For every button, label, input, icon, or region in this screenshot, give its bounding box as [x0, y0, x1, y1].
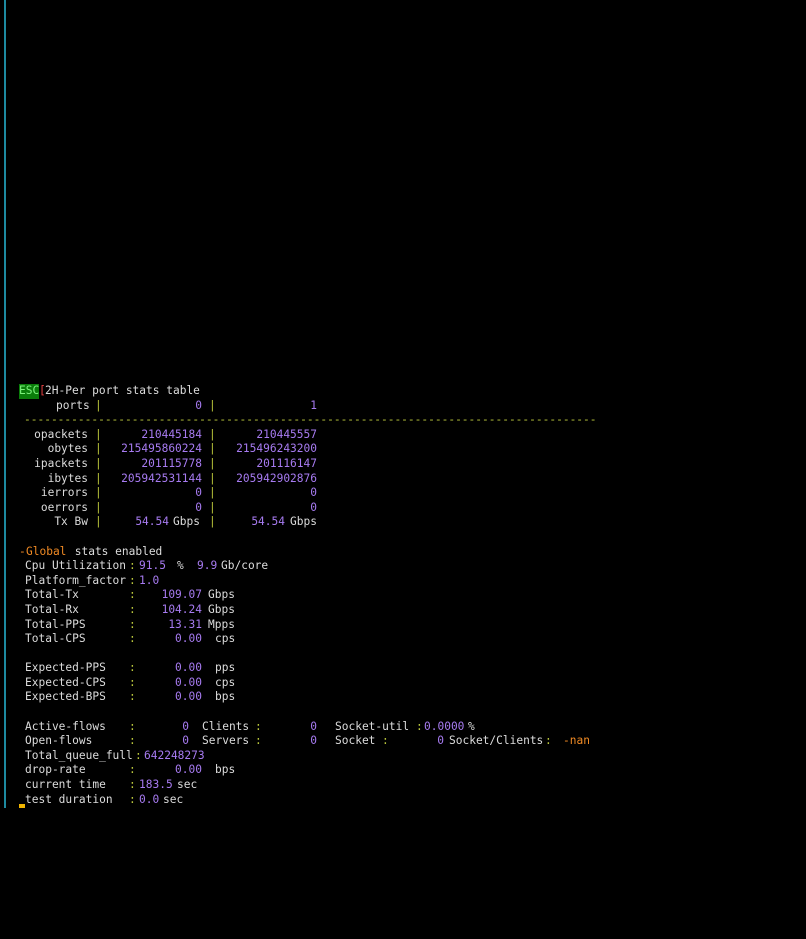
expected-bps-row: Expected-BPS : 0.00 bps — [25, 690, 236, 704]
total-cps-row: Total-CPS : 0.00 cps — [25, 632, 236, 646]
column-separator: | — [209, 398, 216, 412]
port-0-header: 0 — [195, 398, 202, 412]
stats-table-header: ESC[2H-Per port stats table — [19, 384, 806, 399]
active-flows-row: Active-flows : 0 Clients : 0 Socket-util… — [25, 719, 475, 733]
table-row-oerrors: oerrors | 0 | 0 — [40, 500, 317, 514]
expected-pps-row: Expected-PPS : 0.00 pps — [25, 661, 236, 675]
table-row-obytes: obytes | 215495860224 | 215496243200 — [47, 442, 317, 456]
test-duration-row: test duration : 0.0 sec — [25, 792, 184, 806]
terminal-output[interactable]: ESC[2H-Per port stats table ports | 0 | … — [19, 384, 806, 807]
cpu-utilization-row: Cpu Utilization : 91.5 % 9.9 Gb/core — [25, 559, 269, 573]
global-stats-header: - Global stats enabled — [19, 544, 163, 558]
table-row-tx-bw: Tx Bw | 54.54 Gbps | 54.54 Gbps — [54, 515, 317, 529]
current-time-row: current time : 183.5 sec — [25, 778, 198, 792]
esc-tag: ESC — [19, 384, 40, 399]
terminal-cursor — [19, 804, 25, 808]
table-row-ipackets: ipackets | 201115778 | 201116147 — [34, 456, 317, 470]
stats-table-title: 2H-Per port stats table — [45, 384, 200, 397]
total-pps-row: Total-PPS : 13.31 Mpps — [25, 617, 235, 631]
ports-label: ports — [56, 398, 90, 412]
total-tx-row: Total-Tx : 109.07 Gbps — [25, 588, 235, 602]
global-word: Global — [26, 544, 67, 558]
total-queue-full-row: Total_queue_full : 642248273 — [25, 748, 205, 762]
table-row-ibytes: ibytes | 205942531144 | 205942902876 — [47, 471, 317, 485]
table-row-opackets: opackets | 210445184 | 210445557 — [34, 427, 317, 441]
table-divider: ----------------------------------------… — [24, 413, 597, 427]
open-flows-row: Open-flows : 0 Servers : 0 Socket : 0 So… — [25, 734, 590, 748]
port-1-header: 1 — [310, 398, 317, 412]
column-separator: | — [95, 398, 102, 412]
total-rx-row: Total-Rx : 104.24 Gbps — [25, 602, 235, 616]
drop-rate-row: drop-rate : 0.00 bps — [25, 763, 236, 777]
table-row-ierrors: ierrors | 0 | 0 — [40, 486, 317, 500]
expected-cps-row: Expected-CPS : 0.00 cps — [25, 675, 236, 689]
ports-header-row: ports | 0 | 1 — [19, 399, 806, 414]
window-left-border — [4, 0, 6, 808]
platform-factor-row: Platform_factor : 1.0 — [25, 573, 160, 587]
